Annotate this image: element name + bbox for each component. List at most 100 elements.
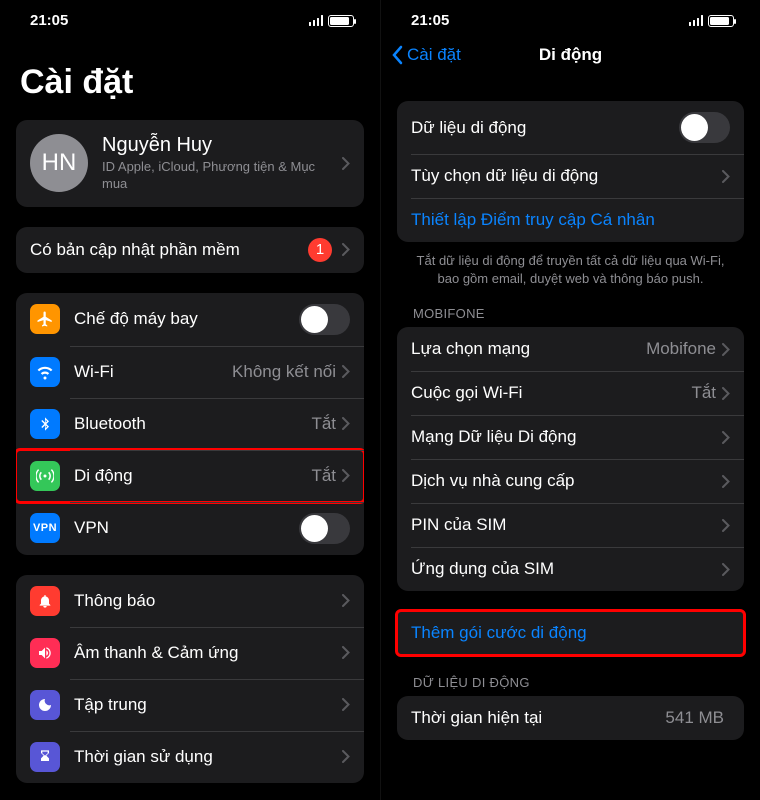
row-link: Thiết lập Điểm truy cập Cá nhân [411,210,730,230]
airplane-toggle[interactable] [299,304,350,335]
badge: 1 [308,238,332,262]
row-label: VPN [74,518,299,538]
hourglass-icon [30,742,60,772]
row-label: Lựa chọn mạng [411,339,646,359]
status-bar: 21:05 [0,0,380,33]
cellular-row[interactable]: Di động Tắt [16,450,364,502]
back-button[interactable]: Cài đặt [391,45,461,65]
page-title: Cài đặt [0,33,380,120]
cellular-data-network-row[interactable]: Mạng Dữ liệu Di động [397,415,744,459]
network-selection-row[interactable]: Lựa chọn mạng Mobifone [397,327,744,371]
add-cellular-plan-row[interactable]: Thêm gói cước di động [397,611,744,655]
row-label: Chế độ máy bay [74,309,299,329]
chevron-right-icon [722,431,730,444]
row-label: Thời gian hiện tại [411,708,665,728]
signal-icon [689,15,704,26]
row-label: Dịch vụ nhà cung cấp [411,471,722,491]
row-label: PIN của SIM [411,515,722,535]
carrier-header: MOBIFONE [397,306,744,327]
chevron-right-icon [342,157,350,170]
sim-applications-row[interactable]: Ứng dụng của SIM [397,547,744,591]
row-label: Bluetooth [74,414,311,434]
row-label: Cuộc gọi Wi-Fi [411,383,691,403]
bluetooth-row[interactable]: Bluetooth Tắt [16,398,364,450]
vpn-row[interactable]: VPN VPN [16,502,364,555]
wifi-icon [30,357,60,387]
sim-pin-row[interactable]: PIN của SIM [397,503,744,547]
row-label: Mạng Dữ liệu Di động [411,427,722,447]
chevron-right-icon [722,343,730,356]
bell-icon [30,586,60,616]
row-label: Tùy chọn dữ liệu di động [411,166,722,186]
back-label: Cài đặt [407,45,461,65]
chevron-right-icon [722,563,730,576]
chevron-right-icon [722,170,730,183]
status-bar: 21:05 [381,0,760,33]
row-detail: Mobifone [646,339,716,359]
status-icons [309,15,355,27]
moon-icon [30,690,60,720]
chevron-right-icon [342,594,350,607]
nav-bar: Cài đặt Di động [381,33,760,77]
chevron-right-icon [342,750,350,763]
bluetooth-icon [30,409,60,439]
settings-screen: 21:05 Cài đặt HN Nguyễn Huy ID Apple, iC… [0,0,380,800]
status-time: 21:05 [30,12,68,29]
notifications-row[interactable]: Thông báo [16,575,364,627]
chevron-right-icon [722,387,730,400]
cellular-data-toggle[interactable] [679,112,730,143]
row-label: Di động [74,466,311,486]
focus-row[interactable]: Tập trung [16,679,364,731]
chevron-right-icon [342,243,350,256]
software-update-row[interactable]: Có bản cập nhật phần mềm 1 [16,227,364,273]
profile-row[interactable]: HN Nguyễn Huy ID Apple, iCloud, Phương t… [16,120,364,207]
cellular-data-row[interactable]: Dữ liệu di động [397,101,744,154]
row-detail: Tắt [311,414,336,434]
row-label: Thời gian sử dụng [74,747,342,767]
cellular-screen: 21:05 Cài đặt Di động Dữ liệu di động Tù… [380,0,760,800]
vpn-toggle[interactable] [299,513,350,544]
airplane-row[interactable]: Chế độ máy bay [16,293,364,346]
wifi-row[interactable]: Wi-Fi Không kết nối [16,346,364,398]
current-period-row[interactable]: Thời gian hiện tại 541 MB [397,696,744,740]
footer-note: Tắt dữ liệu di động để truyền tất cả dữ … [397,252,744,306]
row-link: Thêm gói cước di động [411,623,730,643]
antenna-icon [30,461,60,491]
row-label: Ứng dụng của SIM [411,559,722,579]
profile-sub: ID Apple, iCloud, Phương tiện & Mục mua [102,159,332,193]
personal-hotspot-row[interactable]: Thiết lập Điểm truy cập Cá nhân [397,198,744,242]
wifi-calling-row[interactable]: Cuộc gọi Wi-Fi Tắt [397,371,744,415]
battery-icon [328,15,354,27]
battery-icon [708,15,734,27]
vpn-icon: VPN [30,513,60,543]
profile-name: Nguyễn Huy [102,134,342,157]
row-detail: Không kết nối [232,362,336,382]
avatar: HN [30,134,88,192]
row-label: Dữ liệu di động [411,118,679,138]
chevron-right-icon [722,519,730,532]
chevron-right-icon [342,469,350,482]
chevron-right-icon [342,365,350,378]
sound-row[interactable]: Âm thanh & Cảm ứng [16,627,364,679]
chevron-right-icon [342,646,350,659]
chevron-right-icon [722,475,730,488]
row-label: Tập trung [74,695,342,715]
status-time: 21:05 [411,12,449,29]
usage-header: DỮ LIỆU DI ĐỘNG [397,675,744,696]
row-detail: Tắt [311,466,336,486]
row-detail: 541 MB [665,708,724,728]
row-label: Thông báo [74,591,342,611]
chevron-left-icon [391,45,403,65]
speaker-icon [30,638,60,668]
chevron-right-icon [342,698,350,711]
signal-icon [309,15,324,26]
row-detail: Tắt [691,383,716,403]
screentime-row[interactable]: Thời gian sử dụng [16,731,364,783]
data-options-row[interactable]: Tùy chọn dữ liệu di động [397,154,744,198]
carrier-services-row[interactable]: Dịch vụ nhà cung cấp [397,459,744,503]
chevron-right-icon [342,417,350,430]
row-label: Có bản cập nhật phần mềm [30,240,308,260]
airplane-icon [30,304,60,334]
row-label: Âm thanh & Cảm ứng [74,643,342,663]
status-icons [689,15,735,27]
